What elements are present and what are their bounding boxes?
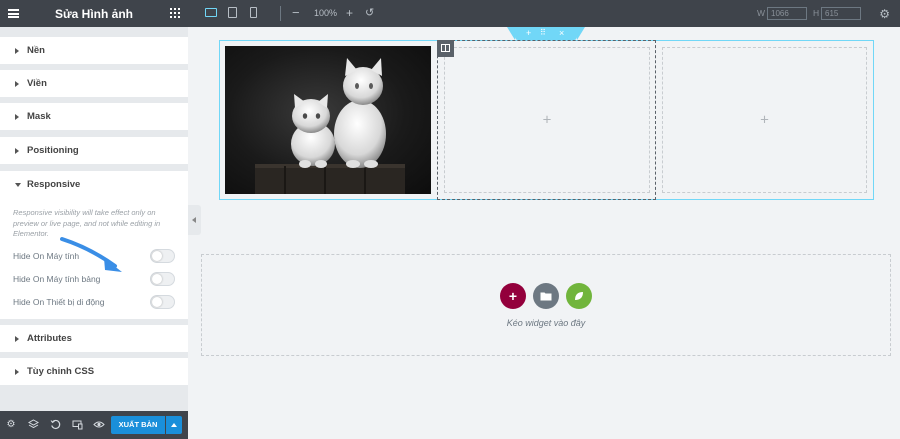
add-section-plus-icon[interactable]: +: [526, 27, 531, 39]
publish-button[interactable]: XUẤT BẢN: [111, 416, 165, 434]
section-attributes[interactable]: Attributes: [0, 325, 188, 352]
caret-down-icon: [15, 183, 21, 187]
add-widget-plus-icon[interactable]: +: [543, 112, 552, 129]
hide-mobile-label: Hide On Thiết bị di động: [13, 297, 105, 307]
desktop-device-icon[interactable]: [205, 8, 217, 17]
annotation-arrow-icon: [60, 237, 122, 272]
zoom-out-minus-icon[interactable]: −: [292, 5, 300, 20]
kit-library-leaf-icon[interactable]: [566, 283, 592, 309]
hide-tablet-toggle[interactable]: [150, 272, 175, 286]
section-positioning[interactable]: Positioning: [0, 137, 188, 164]
cats-photo[interactable]: [225, 46, 431, 194]
reset-zoom-icon[interactable]: ↺: [365, 6, 374, 19]
mobile-device-icon[interactable]: [250, 7, 257, 18]
top-toolbar: − 100% + ↺ W 1066 H 615 ⚙: [188, 0, 900, 27]
add-widget-plus-icon[interactable]: +: [760, 112, 769, 129]
caret-right-icon: [15, 148, 19, 154]
drop-zone-text: Kéo widget vào đây: [506, 318, 586, 328]
navigator-layers-icon[interactable]: [27, 419, 39, 431]
editor-panel: Sửa Hình ảnh Nền Viền Mask Positioning R…: [0, 0, 188, 439]
empty-column-2[interactable]: +: [444, 47, 650, 193]
section-label: Viền: [27, 78, 47, 89]
publish-options-chevron-up-icon[interactable]: [166, 416, 182, 434]
section-label: Attributes: [27, 333, 72, 344]
drag-section-grid-icon[interactable]: ⠿: [540, 27, 546, 39]
cats-image: [255, 58, 405, 194]
width-label: W: [757, 8, 766, 18]
height-input[interactable]: 615: [821, 7, 861, 20]
caret-right-icon: [15, 114, 19, 120]
section-custom-css[interactable]: Tùy chỉnh CSS: [0, 358, 188, 385]
responsive-mode-icon[interactable]: [71, 419, 83, 431]
canvas-settings-gear-icon[interactable]: ⚙: [879, 7, 890, 21]
panel-title: Sửa Hình ảnh: [54, 7, 134, 21]
section-responsive[interactable]: Responsive: [0, 171, 188, 198]
delete-section-close-icon[interactable]: ×: [559, 27, 564, 39]
section-label: Nền: [27, 45, 45, 56]
section-label: Mask: [27, 111, 51, 122]
settings-gear-icon[interactable]: ⚙: [5, 419, 17, 431]
hide-mobile-toggle[interactable]: [150, 295, 175, 309]
collapse-panel-chevron-left-icon[interactable]: [188, 205, 201, 235]
caret-right-icon: [15, 81, 19, 87]
section-handle[interactable]: + ⠿ ×: [507, 27, 585, 40]
preview-eye-icon[interactable]: [93, 419, 105, 431]
caret-right-icon: [15, 48, 19, 54]
widgets-grid-icon[interactable]: [170, 8, 180, 18]
zoom-level: 100%: [314, 8, 338, 18]
section-nen[interactable]: Nền: [0, 37, 188, 64]
width-input[interactable]: 1066: [767, 7, 807, 20]
zoom-in-plus-icon[interactable]: +: [346, 6, 353, 20]
add-new-section-plus-icon[interactable]: +: [500, 283, 526, 309]
toolbar-divider: [280, 6, 281, 21]
section-label: Tùy chỉnh CSS: [27, 366, 95, 377]
empty-column-3[interactable]: +: [662, 47, 867, 193]
column-handle-icon[interactable]: [437, 40, 454, 57]
hide-desktop-toggle[interactable]: [150, 249, 175, 263]
add-template-folder-icon[interactable]: [533, 283, 559, 309]
caret-right-icon: [15, 369, 19, 375]
section-mask[interactable]: Mask: [0, 103, 188, 130]
panel-header: Sửa Hình ảnh: [0, 0, 188, 27]
section-label: Positioning: [27, 145, 79, 156]
height-label: H: [813, 8, 820, 18]
section-vien[interactable]: Viền: [0, 70, 188, 97]
history-icon[interactable]: [49, 419, 61, 431]
hide-mobile-row: Hide On Thiết bị di động: [13, 295, 175, 309]
section-label: Responsive: [27, 179, 81, 190]
tablet-device-icon[interactable]: [228, 7, 237, 18]
panel-footer: ⚙ XUẤT BẢN: [0, 411, 188, 439]
responsive-note: Responsive visibility will take effect o…: [13, 208, 161, 238]
caret-right-icon: [15, 336, 19, 342]
